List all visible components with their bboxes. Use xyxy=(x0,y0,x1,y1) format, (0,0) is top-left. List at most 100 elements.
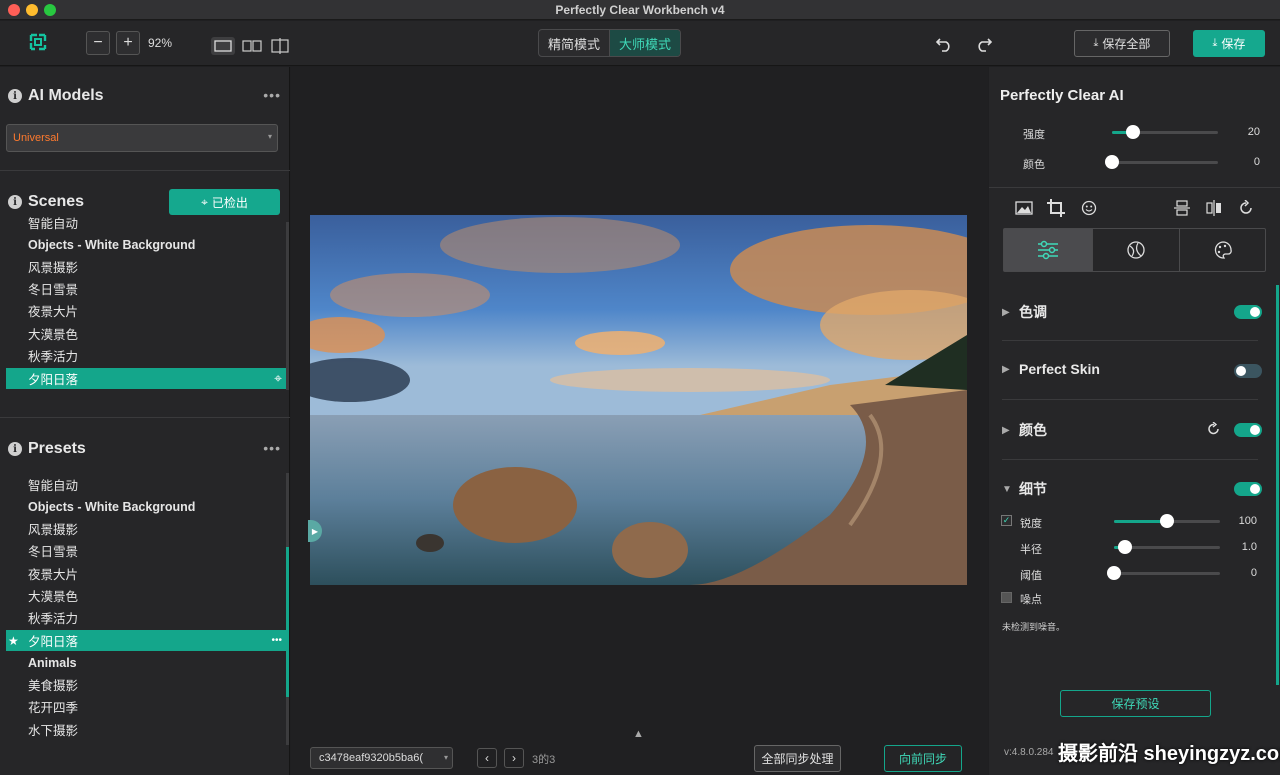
flip-horizontal-icon[interactable] xyxy=(1204,199,1224,217)
scenes-scrollbar[interactable] xyxy=(286,222,289,390)
title-bar: Perfectly Clear Workbench v4 xyxy=(0,0,1280,20)
section-detail-header[interactable]: ▼ 细节 xyxy=(1002,479,1047,499)
scene-item[interactable]: 夜景大片 xyxy=(6,300,284,321)
version-label: v:4.8.0.284 xyxy=(1004,747,1054,758)
more-options-icon[interactable]: ••• xyxy=(263,87,281,103)
noise-checkbox[interactable] xyxy=(1001,592,1012,603)
scene-item[interactable]: 冬日雪景 xyxy=(6,278,284,299)
photo-preview[interactable] xyxy=(310,215,967,585)
mode-switch: 精简模式 大师模式 xyxy=(538,29,681,57)
undo-icon[interactable] xyxy=(933,33,955,55)
scene-item[interactable]: 大漠景色 xyxy=(6,323,284,344)
chevron-down-icon: ▾ xyxy=(443,753,448,762)
radius-slider[interactable] xyxy=(1114,540,1220,554)
threshold-slider[interactable] xyxy=(1107,566,1220,580)
color-slider[interactable] xyxy=(1105,155,1218,169)
color-value: 0 xyxy=(1253,156,1260,168)
tone-toggle[interactable] xyxy=(1234,305,1262,319)
chevron-right-icon: ▶ xyxy=(1002,363,1010,375)
scroll-thumb[interactable] xyxy=(286,547,289,697)
preset-item[interactable]: 智能自动 xyxy=(6,474,284,495)
palette-icon xyxy=(1214,241,1232,259)
strength-label: 强度 xyxy=(1023,129,1045,141)
brush-globe-icon xyxy=(1127,241,1145,259)
page-counter: 3的3 xyxy=(532,754,556,766)
expand-filmstrip-icon[interactable]: ▲ xyxy=(633,728,644,740)
zoom-out-button[interactable]: − xyxy=(86,31,110,55)
master-mode-tab[interactable]: 大师模式 xyxy=(609,30,680,56)
preset-item-selected[interactable]: ★ 夕阳日落 ••• xyxy=(6,630,286,651)
detected-button[interactable]: ⌖ 已检出 xyxy=(169,189,280,215)
chevron-down-icon: ▼ xyxy=(1002,483,1012,495)
reset-icon[interactable] xyxy=(1206,421,1222,437)
sharpness-slider[interactable] xyxy=(1114,514,1220,528)
ai-model-dropdown[interactable]: Universal ▾ xyxy=(6,124,278,152)
save-preset-button[interactable]: 保存预设 xyxy=(1060,690,1211,717)
right-scrollbar[interactable] xyxy=(1276,285,1279,685)
preset-item[interactable]: 冬日雪景 xyxy=(6,540,284,561)
redo-icon[interactable] xyxy=(973,33,995,55)
file-dropdown[interactable]: c3478eaf9320b5ba6( ▾ xyxy=(310,747,453,769)
preset-item[interactable]: 秋季活力 xyxy=(6,607,284,628)
section-skin-header[interactable]: ▶ Perfect Skin xyxy=(1002,361,1100,377)
ai-models-header: i AI Models xyxy=(8,87,104,105)
skin-toggle[interactable] xyxy=(1234,364,1262,378)
radius-value: 1.0 xyxy=(1241,541,1257,553)
save-all-button[interactable]: ⤓ 保存全部 xyxy=(1074,30,1170,57)
more-options-icon[interactable]: ••• xyxy=(263,440,281,456)
info-icon[interactable]: i xyxy=(8,89,22,103)
scene-item[interactable]: Objects - White Background xyxy=(6,234,284,255)
scene-item[interactable]: 智能自动 xyxy=(6,217,284,233)
single-view-icon[interactable] xyxy=(211,37,235,55)
presets-list: 智能自动 Objects - White Background 风景摄影 冬日雪… xyxy=(0,473,290,748)
sync-all-button[interactable]: 全部同步处理 xyxy=(754,745,841,772)
more-options-icon[interactable]: ••• xyxy=(271,635,282,646)
sharpness-checkbox[interactable]: ✓ xyxy=(1001,515,1012,526)
effects-tab[interactable] xyxy=(1092,229,1179,271)
section-color-header[interactable]: ▶ 颜色 xyxy=(1002,420,1047,440)
image-icon[interactable] xyxy=(1014,199,1034,217)
preset-item[interactable]: 美食摄影 xyxy=(6,674,284,695)
scene-item[interactable]: 风景摄影 xyxy=(6,256,284,277)
scenes-list: 智能自动 Objects - White Background 风景摄影 冬日雪… xyxy=(0,217,290,390)
sync-forward-button[interactable]: 向前同步 xyxy=(884,745,962,772)
divider xyxy=(0,170,290,171)
scene-item-selected[interactable]: 夕阳日落 ⌖ xyxy=(6,368,286,389)
canvas-area: ▶ ▲ c3478eaf9320b5ba6( ▾ ‹ › 3的3 全部同步处理 … xyxy=(291,67,988,775)
simple-mode-tab[interactable]: 精简模式 xyxy=(539,30,609,56)
detail-toggle[interactable] xyxy=(1234,482,1262,496)
app-logo-icon xyxy=(28,32,48,52)
section-tone-header[interactable]: ▶ 色调 xyxy=(1002,302,1047,322)
info-icon[interactable]: i xyxy=(8,195,22,209)
zoom-in-button[interactable]: + xyxy=(116,31,140,55)
flip-vertical-icon[interactable] xyxy=(1172,199,1192,217)
window-title: Perfectly Clear Workbench v4 xyxy=(555,3,725,17)
next-image-button[interactable]: › xyxy=(504,748,524,768)
panel-title: Perfectly Clear AI xyxy=(1000,87,1124,104)
preset-item[interactable]: 夜景大片 xyxy=(6,563,284,584)
preset-item[interactable]: Objects - White Background xyxy=(6,496,284,517)
preset-item[interactable]: 花开四季 xyxy=(6,696,284,717)
preset-item[interactable]: Animals xyxy=(6,652,284,673)
star-icon[interactable]: ★ xyxy=(8,634,19,648)
color-toggle[interactable] xyxy=(1234,423,1262,437)
strength-slider[interactable] xyxy=(1112,125,1218,139)
save-button[interactable]: ⤓ 保存 xyxy=(1193,30,1265,57)
face-icon[interactable] xyxy=(1079,199,1099,217)
scene-item[interactable]: 秋季活力 xyxy=(6,345,284,366)
sliders-icon xyxy=(1038,240,1058,260)
previous-image-button[interactable]: ‹ xyxy=(477,748,497,768)
divider xyxy=(0,417,290,418)
creative-tab[interactable] xyxy=(1179,229,1265,271)
tool-tabs xyxy=(1003,228,1266,272)
crop-icon[interactable] xyxy=(1046,198,1066,218)
divider xyxy=(989,187,1280,188)
adjustments-tab[interactable] xyxy=(1004,229,1092,271)
compare-view-icon[interactable] xyxy=(269,36,291,56)
rotate-icon[interactable] xyxy=(1236,199,1256,217)
info-icon[interactable]: i xyxy=(8,442,22,456)
preset-item[interactable]: 大漠景色 xyxy=(6,585,284,606)
preset-item[interactable]: 风景摄影 xyxy=(6,518,284,539)
split-view-icon[interactable] xyxy=(241,37,263,55)
preset-item[interactable]: 水下摄影 xyxy=(6,719,284,740)
